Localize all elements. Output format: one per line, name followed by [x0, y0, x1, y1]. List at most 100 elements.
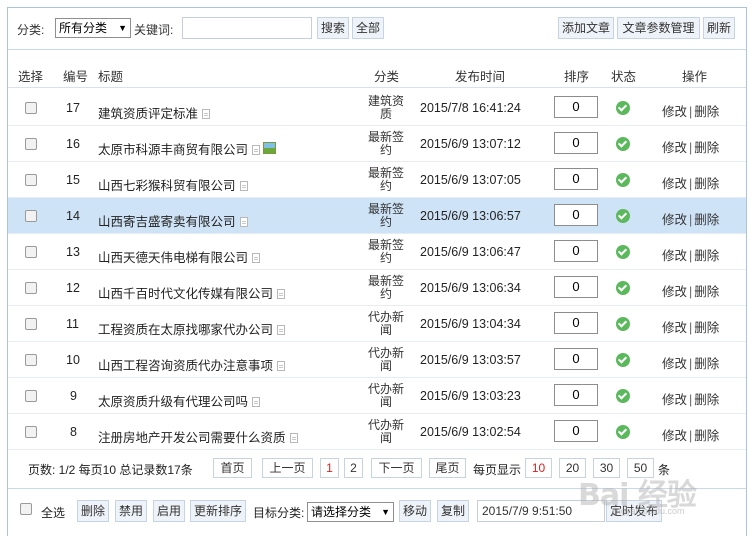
row-title-link[interactable]: 工程资质在太原找哪家代办公司: [98, 319, 286, 338]
select-all-checkbox[interactable]: [20, 503, 32, 515]
edit-link[interactable]: 修改: [662, 177, 687, 191]
disable-button[interactable]: 禁用: [115, 500, 147, 522]
sort-order-input[interactable]: 0: [554, 312, 598, 334]
delete-link[interactable]: 删除: [694, 429, 719, 443]
row-category: 代办新闻: [367, 346, 404, 373]
row-title-link[interactable]: 山西寄吉盛寄卖有限公司: [98, 211, 248, 230]
row-checkbox[interactable]: [25, 318, 37, 330]
row-checkbox[interactable]: [25, 390, 37, 402]
edit-link[interactable]: 修改: [662, 285, 687, 299]
page-1-button[interactable]: 1: [320, 458, 339, 478]
article-params-button[interactable]: 文章参数管理: [617, 17, 700, 39]
select-all-label[interactable]: 全选: [41, 504, 65, 521]
status-ok-icon[interactable]: [616, 245, 630, 259]
target-category-select[interactable]: 请选择分类 ▼: [307, 502, 394, 522]
row-checkbox[interactable]: [25, 174, 37, 186]
edit-link[interactable]: 修改: [662, 393, 687, 407]
status-ok-icon[interactable]: [616, 137, 630, 151]
last-page-button[interactable]: 尾页: [429, 458, 466, 478]
status-ok-icon[interactable]: [616, 353, 630, 367]
table-row-selected[interactable]: 14 山西寄吉盛寄卖有限公司 最新签约 2015/6/9 13:06:57 0 …: [8, 198, 746, 234]
row-title-link[interactable]: 太原市科源丰商贸有限公司: [98, 139, 277, 158]
document-icon: [252, 253, 261, 263]
status-ok-icon[interactable]: [616, 425, 630, 439]
page-2-button[interactable]: 2: [344, 458, 363, 478]
sort-order-input[interactable]: 0: [554, 348, 598, 370]
edit-link[interactable]: 修改: [662, 249, 687, 263]
edit-link[interactable]: 修改: [662, 213, 687, 227]
delete-selected-button[interactable]: 删除: [77, 500, 109, 522]
row-checkbox[interactable]: [25, 282, 37, 294]
edit-link[interactable]: 修改: [662, 429, 687, 443]
prev-page-button[interactable]: 上一页: [262, 458, 313, 478]
sort-order-input[interactable]: 0: [554, 168, 598, 190]
status-ok-icon[interactable]: [616, 101, 630, 115]
row-id: 9: [70, 389, 77, 403]
enable-button[interactable]: 启用: [153, 500, 185, 522]
row-title-link[interactable]: 注册房地产开发公司需要什么资质: [98, 427, 298, 446]
move-button[interactable]: 移动: [399, 500, 431, 522]
show-all-button[interactable]: 全部: [352, 17, 384, 39]
row-title-link[interactable]: 山西千百时代文化传媒有限公司: [98, 283, 286, 302]
page-size-10[interactable]: 10: [525, 458, 552, 478]
category-filter-select[interactable]: 所有分类 ▼: [55, 18, 131, 38]
table-row[interactable]: 15 山西七彩猴科贸有限公司 最新签约 2015/6/9 13:07:05 0 …: [8, 162, 746, 198]
sort-order-input[interactable]: 0: [554, 420, 598, 442]
sort-order-input[interactable]: 0: [554, 204, 598, 226]
next-page-button[interactable]: 下一页: [371, 458, 422, 478]
status-ok-icon[interactable]: [616, 281, 630, 295]
row-publish-time: 2015/6/9 13:03:23: [420, 389, 521, 403]
edit-link[interactable]: 修改: [662, 357, 687, 371]
row-checkbox[interactable]: [25, 426, 37, 438]
row-checkbox[interactable]: [25, 246, 37, 258]
sort-order-input[interactable]: 0: [554, 384, 598, 406]
row-title-link[interactable]: 山西天德天伟电梯有限公司: [98, 247, 261, 266]
table-row[interactable]: 10 山西工程咨询资质代办注意事项 代办新闻 2015/6/9 13:03:57…: [8, 342, 746, 378]
row-checkbox[interactable]: [25, 138, 37, 150]
keyword-input[interactable]: [182, 17, 312, 39]
row-title-link[interactable]: 建筑资质评定标准: [98, 103, 211, 122]
refresh-button[interactable]: 刷新: [703, 17, 735, 39]
delete-link[interactable]: 删除: [694, 321, 719, 335]
delete-link[interactable]: 删除: [694, 357, 719, 371]
row-checkbox[interactable]: [25, 354, 37, 366]
sort-order-input[interactable]: 0: [554, 96, 598, 118]
row-title-link[interactable]: 山西工程咨询资质代办注意事项: [98, 355, 286, 374]
table-row[interactable]: 12 山西千百时代文化传媒有限公司 最新签约 2015/6/9 13:06:34…: [8, 270, 746, 306]
table-row[interactable]: 11 工程资质在太原找哪家代办公司 代办新闻 2015/6/9 13:04:34…: [8, 306, 746, 342]
sort-order-input[interactable]: 0: [554, 132, 598, 154]
table-row[interactable]: 17 建筑资质评定标准 建筑资质 2015/7/8 16:41:24 0 修改 |…: [8, 90, 746, 126]
sort-order-input[interactable]: 0: [554, 240, 598, 262]
row-checkbox[interactable]: [25, 210, 37, 222]
delete-link[interactable]: 删除: [694, 177, 719, 191]
sort-order-input[interactable]: 0: [554, 276, 598, 298]
edit-link[interactable]: 修改: [662, 105, 687, 119]
first-page-button[interactable]: 首页: [213, 458, 252, 478]
row-publish-time: 2015/6/9 13:06:47: [420, 245, 521, 259]
copy-button[interactable]: 复制: [437, 500, 469, 522]
status-ok-icon[interactable]: [616, 209, 630, 223]
row-checkbox[interactable]: [25, 102, 37, 114]
search-button[interactable]: 搜索: [317, 17, 349, 39]
delete-link[interactable]: 删除: [694, 285, 719, 299]
status-ok-icon[interactable]: [616, 173, 630, 187]
row-title-link[interactable]: 太原资质升级有代理公司吗: [98, 391, 261, 410]
delete-link[interactable]: 删除: [694, 213, 719, 227]
status-ok-icon[interactable]: [616, 389, 630, 403]
table-row[interactable]: 8 注册房地产开发公司需要什么资质 代办新闻 2015/6/9 13:02:54…: [8, 414, 746, 450]
row-title-link[interactable]: 山西七彩猴科贸有限公司: [98, 175, 248, 194]
status-ok-icon[interactable]: [616, 317, 630, 331]
table-row[interactable]: 16 太原市科源丰商贸有限公司 最新签约 2015/6/9 13:07:12 0…: [8, 126, 746, 162]
delete-link[interactable]: 删除: [694, 249, 719, 263]
edit-link[interactable]: 修改: [662, 141, 687, 155]
delete-link[interactable]: 删除: [694, 141, 719, 155]
row-actions: 修改 | 删除: [662, 249, 720, 263]
edit-link[interactable]: 修改: [662, 321, 687, 335]
document-icon: [277, 325, 286, 335]
update-sort-button[interactable]: 更新排序: [190, 500, 246, 522]
table-row[interactable]: 9 太原资质升级有代理公司吗 代办新闻 2015/6/9 13:03:23 0 …: [8, 378, 746, 414]
add-article-button[interactable]: 添加文章: [558, 17, 614, 39]
delete-link[interactable]: 删除: [694, 393, 719, 407]
table-row[interactable]: 13 山西天德天伟电梯有限公司 最新签约 2015/6/9 13:06:47 0…: [8, 234, 746, 270]
delete-link[interactable]: 删除: [694, 105, 719, 119]
